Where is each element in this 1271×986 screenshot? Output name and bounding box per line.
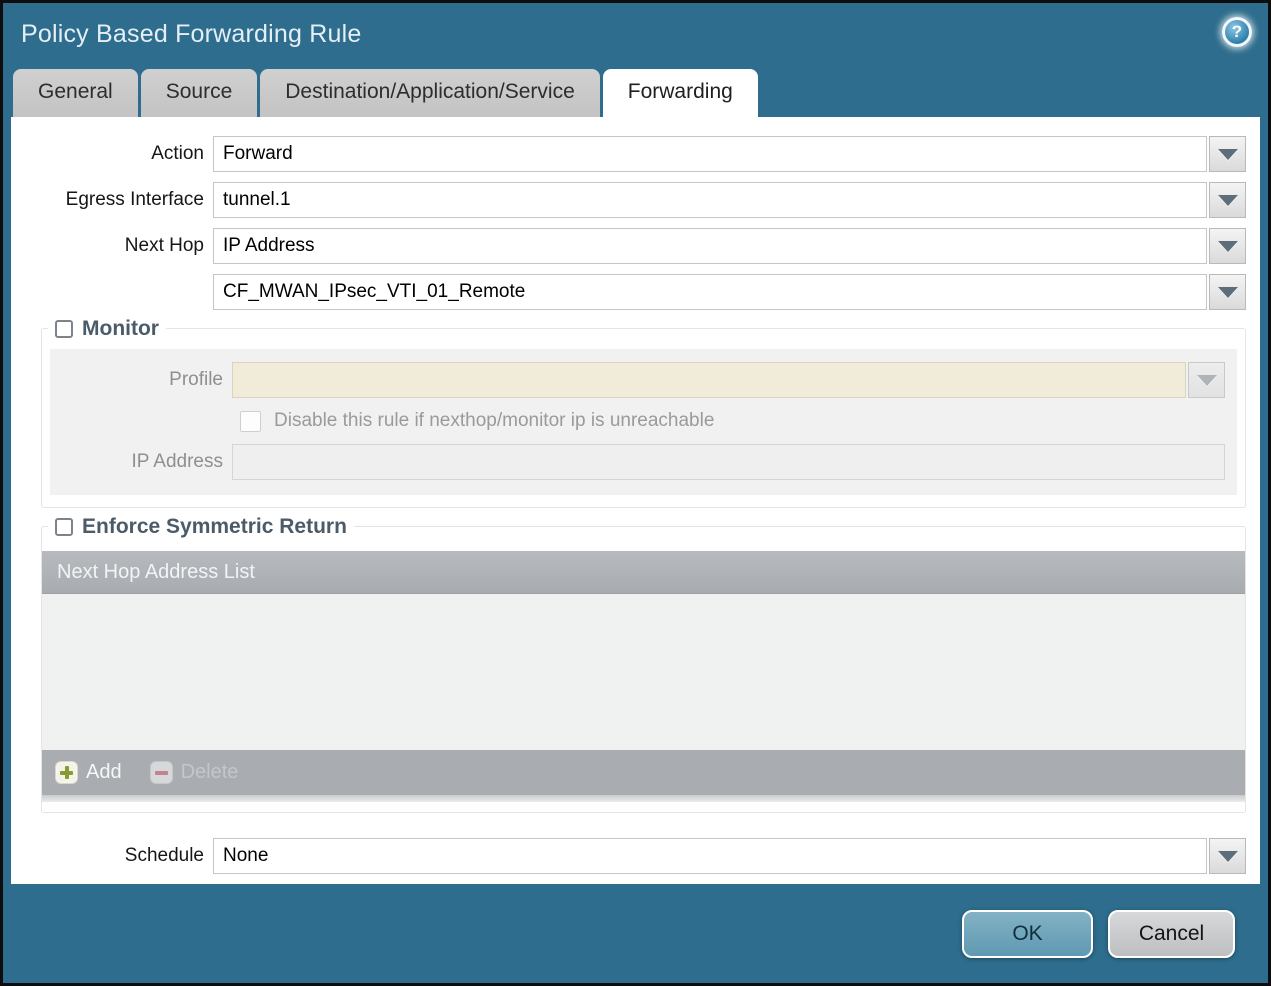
action-dropdown-button[interactable]	[1209, 136, 1246, 172]
help-icon[interactable]: ?	[1222, 17, 1252, 47]
table-body-empty[interactable]	[42, 594, 1245, 750]
next-hop-row: Next Hop	[11, 228, 1246, 264]
cancel-button[interactable]: Cancel	[1108, 909, 1235, 958]
next-hop-address-dropdown-button[interactable]	[1209, 274, 1246, 310]
monitor-ip-row: IP Address	[50, 444, 1225, 480]
action-input[interactable]	[213, 136, 1207, 172]
action-label: Action	[151, 143, 204, 164]
profile-label: Profile	[169, 369, 223, 390]
profile-input	[232, 362, 1186, 398]
egress-interface-input[interactable]	[213, 182, 1207, 218]
chevron-down-icon	[1196, 374, 1217, 386]
chevron-down-icon	[1217, 240, 1238, 252]
symmetric-return-header: Enforce Symmetric Return	[48, 515, 354, 539]
schedule-row: Schedule	[11, 838, 1246, 874]
symmetric-return-section: Enforce Symmetric Return Next Hop Addres…	[41, 515, 1246, 813]
add-button-label: Add	[86, 761, 122, 783]
egress-interface-row: Egress Interface	[11, 182, 1246, 218]
next-hop-label: Next Hop	[124, 235, 204, 256]
pbf-rule-dialog: Policy Based Forwarding Rule ? General S…	[0, 0, 1271, 986]
monitor-section: Monitor Profile Disable this rule if nex…	[41, 317, 1246, 508]
tab-panel-forwarding: Action Egress Interface Next Hop	[11, 117, 1260, 884]
monitor-panel: Profile Disable this rule if nexthop/mon…	[50, 349, 1237, 495]
next-hop-type-dropdown-button[interactable]	[1209, 228, 1246, 264]
delete-button-label: Delete	[180, 761, 239, 783]
chevron-down-icon	[1217, 148, 1238, 160]
monitor-checkbox[interactable]	[55, 320, 73, 338]
table-toolbar: Add Delete	[42, 750, 1245, 795]
schedule-label: Schedule	[124, 845, 204, 866]
chevron-down-icon	[1217, 850, 1238, 862]
action-row: Action	[11, 136, 1246, 172]
monitor-ip-input	[232, 444, 1225, 480]
tab-destination-application-service[interactable]: Destination/Application/Service	[260, 69, 600, 117]
table-bottom-edge	[42, 795, 1245, 802]
tab-bar: General Source Destination/Application/S…	[3, 65, 1268, 117]
table-header-next-hop-address-list: Next Hop Address List	[57, 560, 255, 583]
profile-dropdown-button	[1188, 362, 1225, 398]
egress-interface-label: Egress Interface	[65, 189, 204, 210]
next-hop-type-input[interactable]	[213, 228, 1207, 264]
tab-forwarding[interactable]: Forwarding	[602, 69, 758, 117]
schedule-dropdown-button[interactable]	[1209, 838, 1246, 874]
dialog-titlebar: Policy Based Forwarding Rule	[3, 3, 1268, 65]
add-button[interactable]: Add	[55, 761, 122, 784]
dialog-title: Policy Based Forwarding Rule	[21, 19, 362, 48]
tab-source[interactable]: Source	[140, 69, 258, 117]
help-glyph: ?	[1231, 22, 1243, 41]
symmetric-return-title: Enforce Symmetric Return	[82, 515, 347, 538]
monitor-ip-label: IP Address	[131, 451, 223, 472]
minus-icon	[149, 761, 173, 784]
tab-general[interactable]: General	[13, 69, 138, 117]
next-hop-address-list-table: Next Hop Address List Add Delete	[42, 551, 1245, 802]
symmetric-return-checkbox[interactable]	[55, 518, 73, 536]
next-hop-address-row	[11, 274, 1246, 310]
disable-rule-label: Disable this rule if nexthop/monitor ip …	[274, 410, 715, 431]
delete-button: Delete	[149, 761, 239, 784]
chevron-down-icon	[1217, 194, 1238, 206]
table-header-row: Next Hop Address List	[42, 551, 1245, 594]
disable-rule-row: Disable this rule if nexthop/monitor ip …	[240, 410, 1225, 432]
ok-button[interactable]: OK	[962, 909, 1093, 958]
monitor-section-header: Monitor	[48, 317, 166, 341]
profile-row: Profile	[50, 362, 1225, 398]
next-hop-address-input[interactable]	[213, 274, 1207, 310]
schedule-input[interactable]	[213, 838, 1207, 874]
dialog-footer: OK Cancel	[3, 884, 1268, 983]
monitor-section-title: Monitor	[82, 317, 159, 340]
disable-rule-checkbox	[240, 410, 261, 432]
chevron-down-icon	[1217, 286, 1238, 298]
egress-interface-dropdown-button[interactable]	[1209, 182, 1246, 218]
plus-icon	[55, 761, 78, 784]
